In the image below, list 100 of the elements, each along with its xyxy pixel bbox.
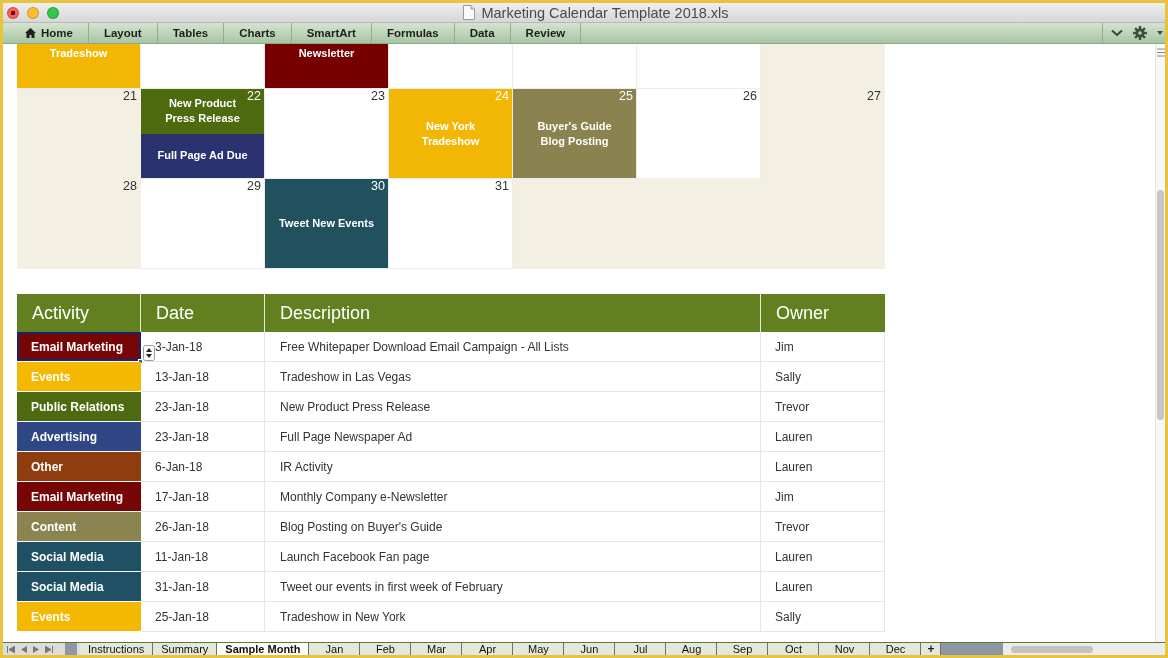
event-label: Tradeshow [49,46,108,61]
caret-icon[interactable] [1157,31,1163,35]
activity-cell: Advertising [17,422,141,452]
ribbon-tab[interactable]: Review [510,23,582,43]
date-cell: 31-Jan-18 [141,572,265,602]
activity-cell: Other [17,452,141,482]
day-number: 22 [247,89,261,104]
description-cell: Launch Facebook Fan page [265,542,761,572]
sheet-tab[interactable]: Jun [564,643,616,655]
description-cell: Monthly Company e-Newsletter [265,482,761,512]
description-cell: IR Activity [265,452,761,482]
activity-cell: Social Media [17,572,141,602]
description-cell: Full Page Newspaper Ad [265,422,761,452]
day-number: 30 [371,179,385,194]
activity-cell: Social Media [17,542,141,572]
date-cell: 11-Jan-18 [141,542,265,572]
date-cell: 17-Jan-18 [141,482,265,512]
activity-cell: Public Relations [17,392,141,422]
activity-cell: Content [17,512,141,542]
event-label: New Product Press Release [165,96,240,127]
sheet-tab[interactable]: Aug [666,643,718,655]
scrollbar-thumb[interactable] [1011,645,1094,653]
sheet-tab[interactable]: Apr [462,643,514,655]
scrollbar-thumb[interactable] [1157,190,1164,420]
date-cell: 23-Jan-18 [141,392,265,422]
owner-cell: Sally [761,602,885,632]
date-cell: 25-Jan-18 [141,602,265,632]
owner-cell: Lauren [761,452,885,482]
chevron-down-icon[interactable] [1111,29,1123,37]
column-header: Activity [17,294,141,332]
event-label: Newsletter [298,46,355,61]
activity-cell: Email Marketing [17,332,141,362]
day-number: 31 [495,179,509,194]
sheet-tab[interactable]: Summary [153,643,218,655]
activity-cell: Events [17,602,141,632]
day-number: 26 [743,89,757,104]
split-handle-icon[interactable] [1156,48,1165,57]
owner-cell: Trevor [761,512,885,542]
description-cell: Free Whitepaper Download Email Campaign - All Lists [265,332,761,362]
ribbon-tab[interactable]: SmartArt [291,23,372,43]
sheet-tab[interactable]: Instructions [80,643,154,655]
owner-cell: Sally [761,362,885,392]
date-cell: 23-Jan-18 [141,422,265,452]
previous-sheet-icon[interactable] [21,645,27,653]
date-cell: 26-Jan-18 [141,512,265,542]
day-number: 21 [123,89,137,104]
description-cell: New Product Press Release [265,392,761,422]
add-sheet-button[interactable]: + [921,643,942,655]
column-header: Description [265,294,761,332]
document-icon [463,5,476,20]
activity-cell: Events [17,362,141,392]
owner-cell: Lauren [761,422,885,452]
event-label: New York Tradeshow [421,118,480,149]
sheet-tab[interactable]: Nov [819,643,871,655]
day-number: 24 [495,89,509,104]
minimize-button[interactable] [27,6,39,19]
sheet-tab[interactable]: Jul [615,643,667,655]
activity-cell: Email Marketing [17,482,141,512]
owner-cell: Lauren [761,572,885,602]
ribbon-tab[interactable]: Formulas [371,23,455,43]
ribbon-tab[interactable]: Home [10,23,89,43]
day-number: 28 [123,179,137,194]
day-number: 29 [247,179,261,194]
event-label: Buyer's Guide Blog Posting [537,118,612,149]
ribbon-tab[interactable]: Data [454,23,511,43]
column-header: Date [141,294,265,332]
day-number: 25 [619,89,633,104]
ribbon-tab[interactable]: Charts [224,23,292,43]
first-sheet-icon[interactable] [7,645,15,653]
zoom-button[interactable] [47,6,59,19]
owner-cell: Jim [761,332,885,362]
sheet-tab[interactable]: Feb [360,643,412,655]
owner-cell: Jim [761,482,885,512]
ribbon-tab[interactable]: Tables [157,23,225,43]
date-cell: 13-Jan-18 [141,362,265,392]
settings-icon[interactable] [1133,26,1147,40]
date-cell: 6-Jan-18 [141,452,265,482]
close-button[interactable] [7,6,19,19]
up-down-arrows-icon[interactable] [143,345,155,361]
owner-cell: Trevor [761,392,885,422]
event-label: Full Page Ad Due [157,148,248,164]
sheet-tab[interactable]: Sep [717,643,769,655]
sheet-tab[interactable]: Sample Month [217,643,310,655]
description-cell: Tradeshow in Las Vegas [265,362,761,392]
home-icon [25,28,36,38]
day-number: 23 [371,89,385,104]
scrollbar-splitter[interactable] [941,643,1004,655]
owner-cell: Lauren [761,542,885,572]
sheet-tab[interactable]: Jan [309,643,361,655]
sheet-tab[interactable]: Mar [411,643,463,655]
window-title: Marketing Calendar Template 2018.xls [481,4,729,21]
day-number: 27 [867,89,881,104]
sheet-tab[interactable]: Dec [870,643,922,655]
ribbon-tab[interactable]: Layout [88,23,158,43]
description-cell: Blog Posting on Buyer's Guide [265,512,761,542]
description-cell: Tradeshow in New York [265,602,761,632]
last-sheet-icon[interactable] [45,645,53,653]
sheet-tab[interactable]: May [513,643,565,655]
next-sheet-icon[interactable] [33,645,39,653]
sheet-tab[interactable]: Oct [768,643,820,655]
